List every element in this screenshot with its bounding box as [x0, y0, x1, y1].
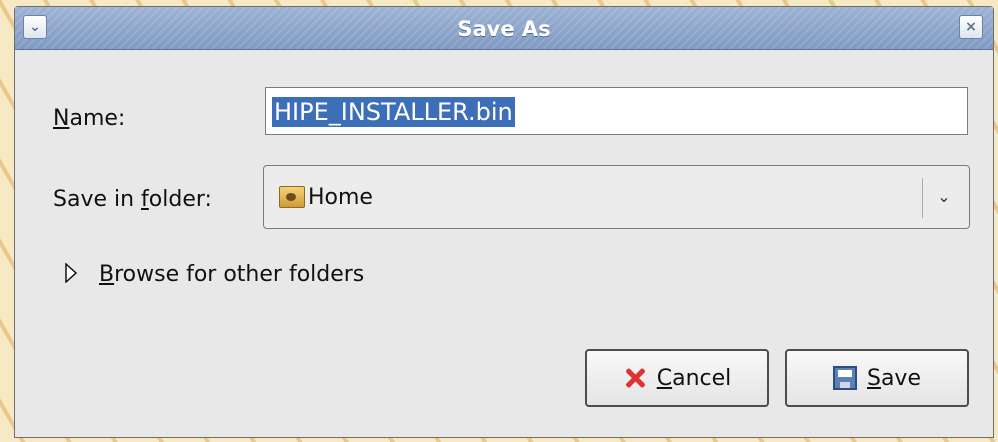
- name-label-text: ame:: [69, 106, 126, 131]
- triangle-right-icon: [65, 262, 78, 284]
- combo-separator: [922, 178, 923, 218]
- chevron-down-icon[interactable]: ⌄: [932, 184, 956, 208]
- save-in-folder-label-mnemonic: f: [141, 187, 149, 212]
- name-input-value: HIPE_INSTALLER.bin: [272, 97, 515, 127]
- save-as-dialog: ⌄ Save As × Name: HIPE_INSTALLER.bin Sav…: [14, 6, 994, 438]
- window-title: Save As: [457, 17, 551, 41]
- browse-label-text: rowse for other folders: [114, 262, 365, 287]
- name-label-mnemonic: N: [53, 106, 70, 131]
- name-label: Name:: [53, 106, 125, 131]
- close-icon: ×: [965, 19, 977, 35]
- cancel-button[interactable]: Cancel: [585, 349, 769, 407]
- cancel-icon: [623, 366, 647, 390]
- save-folder-combobox[interactable]: Home ⌄: [263, 165, 970, 229]
- cancel-label-text: ancel: [672, 365, 732, 391]
- close-button[interactable]: ×: [959, 15, 983, 39]
- save-in-folder-label-prefix: Save in: [53, 187, 142, 212]
- save-mnemonic: S: [866, 365, 881, 391]
- save-in-folder-label: Save in folder:: [53, 187, 212, 212]
- name-input[interactable]: HIPE_INSTALLER.bin: [265, 87, 968, 135]
- save-button[interactable]: Save: [785, 349, 969, 407]
- title-bar[interactable]: ⌄ Save As ×: [15, 7, 993, 50]
- cancel-button-label: Cancel: [657, 366, 732, 391]
- selected-folder: Home: [308, 185, 373, 210]
- save-in-folder-label-text: older:: [148, 187, 212, 212]
- save-icon: [832, 366, 857, 390]
- browse-expander-icon[interactable]: [65, 262, 78, 284]
- folder-icon: [279, 186, 305, 208]
- save-label-text: ave: [880, 365, 921, 391]
- browse-mnemonic: B: [99, 262, 115, 287]
- browse-folders-toggle[interactable]: Browse for other folders: [99, 262, 364, 287]
- save-button-label: Save: [867, 366, 921, 391]
- cancel-mnemonic: C: [656, 365, 673, 391]
